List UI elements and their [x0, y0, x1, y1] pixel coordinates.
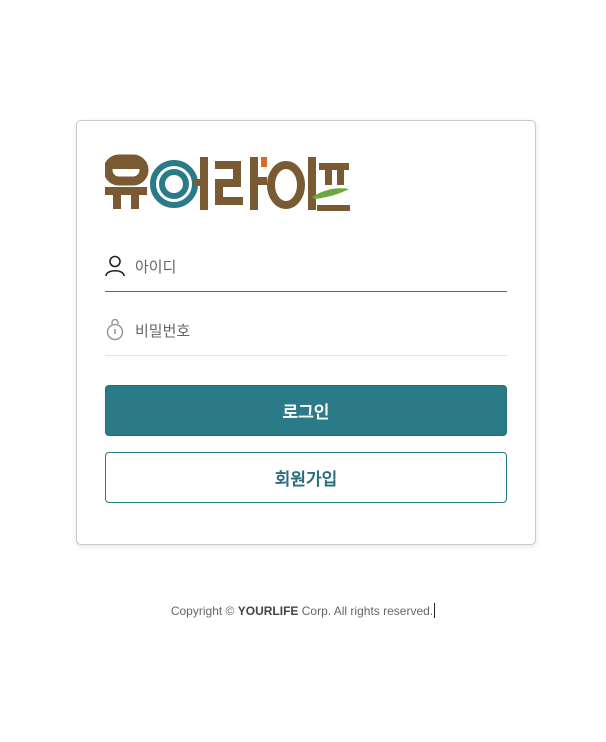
signup-button[interactable]: 회원가입 — [105, 452, 507, 503]
text-cursor — [434, 603, 436, 618]
yourlife-logo — [105, 154, 350, 211]
password-field — [105, 309, 507, 356]
id-field — [105, 245, 507, 292]
user-icon — [105, 255, 125, 277]
id-input[interactable] — [135, 251, 495, 283]
copyright-text: Copyright © YOURLIFE Corp. All rights re… — [0, 603, 606, 618]
copyright-prefix: Copyright © — [170, 604, 235, 618]
copyright-suffix: Corp. All rights reserved. — [301, 604, 434, 618]
login-button[interactable]: 로그인 — [105, 385, 507, 436]
login-card: 로그인 회원가입 — [76, 120, 536, 545]
password-input[interactable] — [135, 315, 495, 347]
copyright-company: YOURLIFE — [237, 604, 299, 618]
lock-icon — [106, 319, 124, 341]
